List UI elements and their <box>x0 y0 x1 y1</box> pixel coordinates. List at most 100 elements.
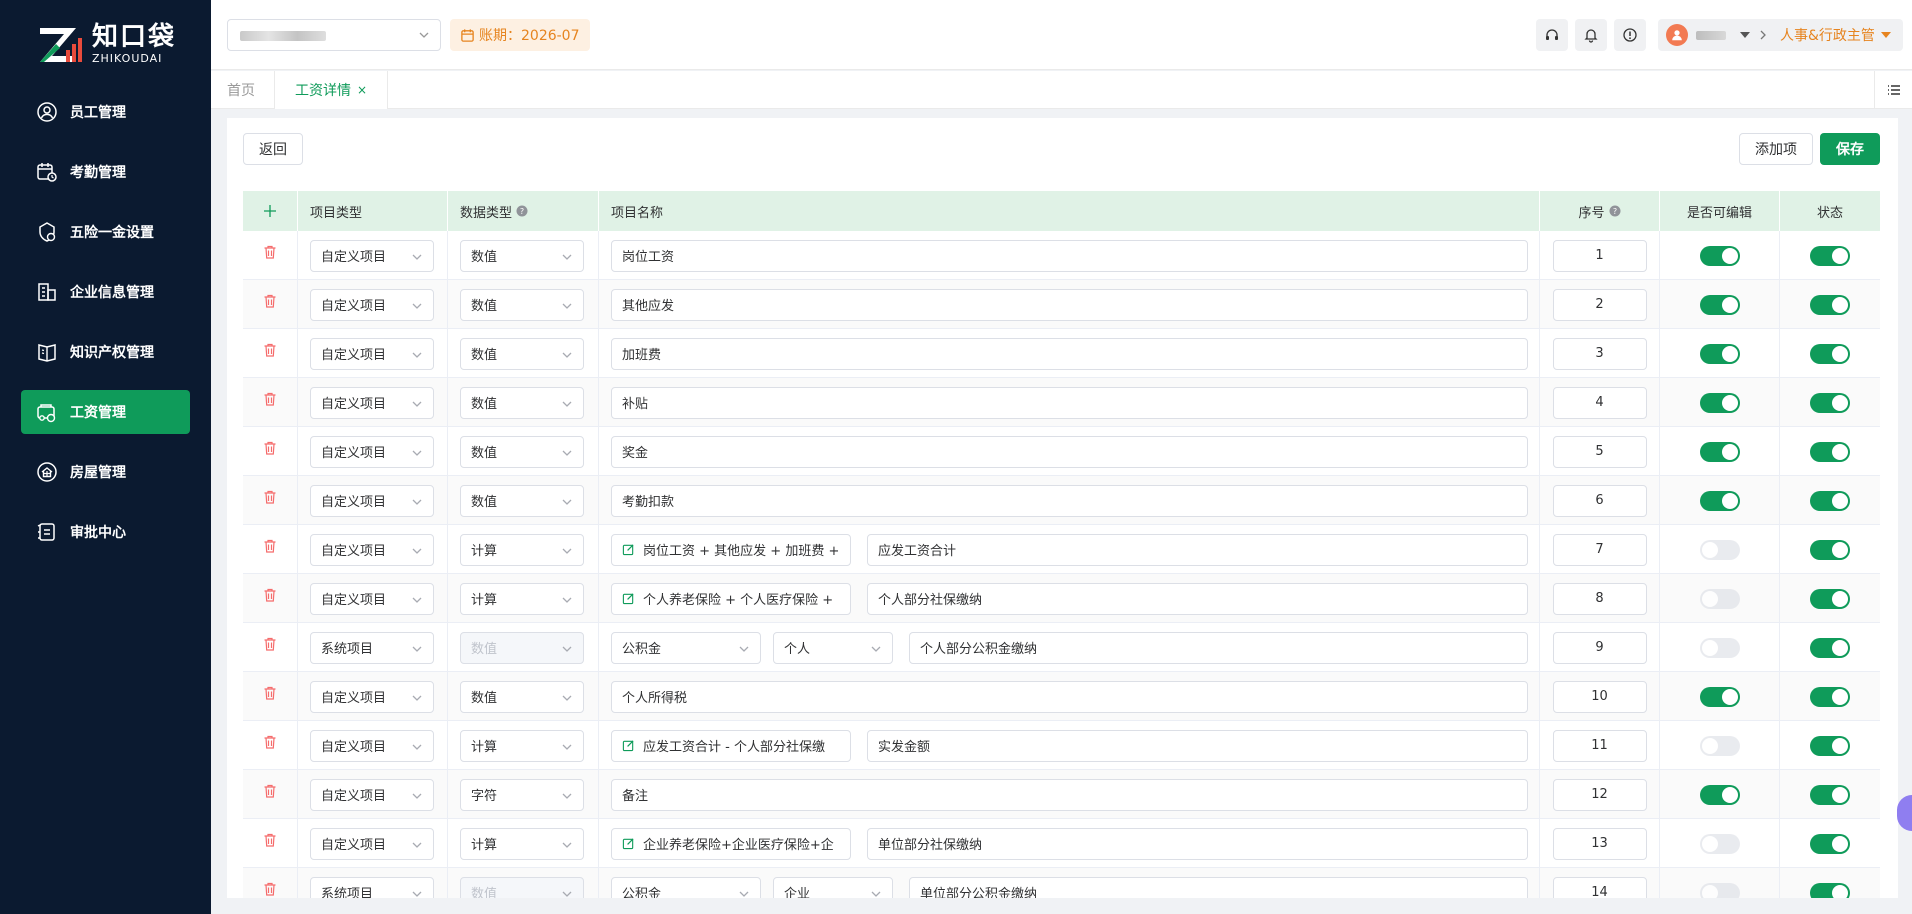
trash-icon[interactable] <box>262 832 278 848</box>
status-switch[interactable] <box>1810 784 1850 805</box>
data-type-select[interactable]: 数值 <box>460 239 584 272</box>
edit-formula-icon[interactable] <box>622 837 635 850</box>
status-switch[interactable] <box>1810 735 1850 756</box>
status-switch[interactable] <box>1810 441 1850 462</box>
trash-icon[interactable] <box>262 391 278 407</box>
editable-switch[interactable] <box>1699 784 1740 805</box>
sidebar-item-3[interactable]: 企业信息管理 <box>21 270 190 314</box>
data-type-select[interactable]: 计算 <box>460 827 584 860</box>
item-name-input[interactable]: 其他应发 <box>611 288 1528 321</box>
sidebar-item-1[interactable]: 考勤管理 <box>21 150 190 194</box>
sidebar-item-7[interactable]: 审批中心 <box>21 510 190 554</box>
seq-input[interactable]: 12 <box>1552 778 1647 811</box>
trash-icon[interactable] <box>262 881 278 897</box>
item-name-input[interactable]: 个人部分公积金缴纳 <box>909 631 1528 664</box>
sidebar-item-0[interactable]: 员工管理 <box>21 90 190 134</box>
item-name-input[interactable]: 奖金 <box>611 435 1528 468</box>
formula-field[interactable]: 应发工资合计 - 个人部分社保缴 <box>611 729 851 762</box>
user-menu[interactable]: 人事&行政主管 <box>1658 19 1903 51</box>
tabs-menu-button[interactable] <box>1874 71 1912 109</box>
status-switch[interactable] <box>1810 539 1850 560</box>
status-switch[interactable] <box>1810 392 1850 413</box>
headset-button[interactable] <box>1536 19 1568 51</box>
status-switch[interactable] <box>1810 882 1850 898</box>
editable-switch[interactable] <box>1699 245 1740 266</box>
data-type-select[interactable]: 计算 <box>460 729 584 762</box>
editable-switch[interactable] <box>1699 833 1740 854</box>
editable-switch[interactable] <box>1699 441 1740 462</box>
item-type-select[interactable]: 自定义项目 <box>310 484 434 517</box>
tab-close-icon[interactable]: × <box>357 83 367 97</box>
editable-switch[interactable] <box>1699 490 1740 511</box>
status-switch[interactable] <box>1810 490 1850 511</box>
item-type-select[interactable]: 系统项目 <box>310 631 434 664</box>
formula-field[interactable]: 岗位工资 + 其他应发 + 加班费 + <box>611 533 851 566</box>
trash-icon[interactable] <box>262 440 278 456</box>
data-type-select[interactable]: 数值 <box>460 435 584 468</box>
item-type-select[interactable]: 自定义项目 <box>310 288 434 321</box>
seq-input[interactable]: 13 <box>1552 827 1647 860</box>
sidebar-item-4[interactable]: 知识产权管理 <box>21 330 190 374</box>
seq-input[interactable]: 10 <box>1552 680 1647 713</box>
trash-icon[interactable] <box>262 685 278 701</box>
company-select[interactable] <box>227 19 441 51</box>
trash-icon[interactable] <box>262 636 278 652</box>
data-type-select[interactable]: 数值 <box>460 337 584 370</box>
seq-input[interactable]: 3 <box>1552 337 1647 370</box>
item-name-input[interactable]: 单位部分社保缴纳 <box>867 827 1528 860</box>
item-type-select[interactable]: 自定义项目 <box>310 239 434 272</box>
seq-input[interactable]: 4 <box>1552 386 1647 419</box>
trash-icon[interactable] <box>262 293 278 309</box>
trash-icon[interactable] <box>262 489 278 505</box>
item-name-input[interactable]: 应发工资合计 <box>867 533 1528 566</box>
trash-icon[interactable] <box>262 244 278 260</box>
trash-icon[interactable] <box>262 538 278 554</box>
fund-select[interactable]: 公积金 <box>611 631 761 664</box>
edit-formula-icon[interactable] <box>622 739 635 752</box>
item-type-select[interactable]: 自定义项目 <box>310 680 434 713</box>
party-select[interactable]: 个人 <box>773 631 893 664</box>
status-switch[interactable] <box>1810 294 1850 315</box>
data-type-select[interactable]: 计算 <box>460 533 584 566</box>
item-type-select[interactable]: 系统项目 <box>310 876 434 898</box>
trash-icon[interactable] <box>262 734 278 750</box>
sidebar-item-6[interactable]: 房屋管理 <box>21 450 190 494</box>
tab-home[interactable]: 首页 <box>227 71 255 109</box>
seq-input[interactable]: 8 <box>1552 582 1647 615</box>
seq-input[interactable]: 1 <box>1552 239 1647 272</box>
period-badge[interactable]: 账期：2026-07 <box>450 19 590 51</box>
data-type-select[interactable]: 字符 <box>460 778 584 811</box>
item-name-input[interactable]: 岗位工资 <box>611 239 1528 272</box>
data-type-select[interactable]: 数值 <box>460 386 584 419</box>
trash-icon[interactable] <box>262 783 278 799</box>
data-type-select[interactable]: 数值 <box>460 484 584 517</box>
status-switch[interactable] <box>1810 833 1850 854</box>
seq-input[interactable]: 6 <box>1552 484 1647 517</box>
item-type-select[interactable]: 自定义项目 <box>310 533 434 566</box>
seq-input[interactable]: 7 <box>1552 533 1647 566</box>
editable-switch[interactable] <box>1699 294 1740 315</box>
editable-switch[interactable] <box>1699 637 1740 658</box>
item-name-input[interactable]: 补贴 <box>611 386 1528 419</box>
seq-input[interactable]: 2 <box>1552 288 1647 321</box>
item-name-input[interactable]: 个人所得税 <box>611 680 1528 713</box>
edit-formula-icon[interactable] <box>622 543 635 556</box>
plus-icon[interactable] <box>262 203 278 219</box>
add-item-button[interactable]: 添加项 <box>1739 133 1813 165</box>
edit-formula-icon[interactable] <box>622 592 635 605</box>
floating-chat-button[interactable] <box>1897 795 1912 831</box>
editable-switch[interactable] <box>1699 735 1740 756</box>
back-button[interactable]: 返回 <box>243 133 303 165</box>
item-name-input[interactable]: 加班费 <box>611 337 1528 370</box>
item-name-input[interactable]: 单位部分公积金缴纳 <box>909 876 1528 898</box>
item-name-input[interactable]: 实发金额 <box>867 729 1528 762</box>
item-name-input[interactable]: 备注 <box>611 778 1528 811</box>
data-type-select[interactable]: 数值 <box>460 680 584 713</box>
item-type-select[interactable]: 自定义项目 <box>310 337 434 370</box>
save-button[interactable]: 保存 <box>1820 133 1880 165</box>
question-icon[interactable]: ? <box>1609 205 1621 217</box>
status-switch[interactable] <box>1810 686 1850 707</box>
item-type-select[interactable]: 自定义项目 <box>310 778 434 811</box>
editable-switch[interactable] <box>1699 882 1740 898</box>
question-icon[interactable]: ? <box>516 205 528 217</box>
